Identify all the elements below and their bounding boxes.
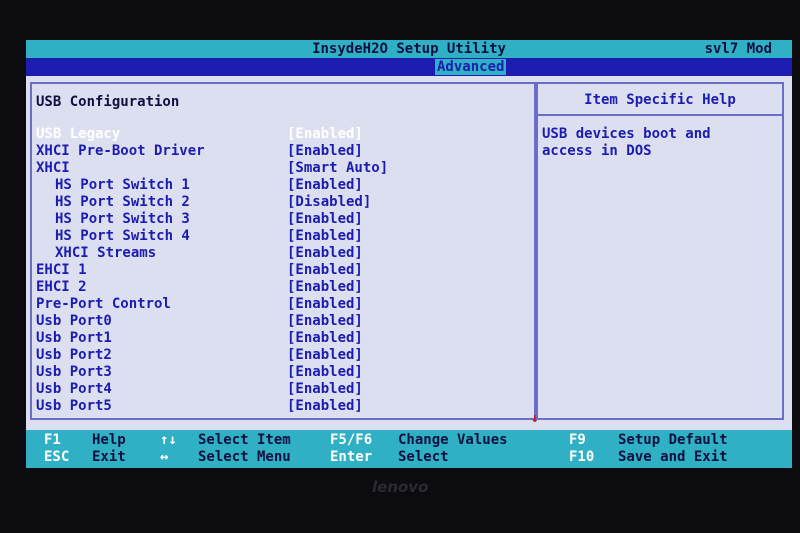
setting-value[interactable]: [Enabled] bbox=[287, 245, 363, 262]
help-line: USB devices boot and bbox=[542, 126, 711, 142]
setting-label: HS Port Switch 4 bbox=[55, 228, 190, 244]
setting-value[interactable]: [Enabled] bbox=[287, 177, 363, 194]
key-select-item-desc: Select Item bbox=[198, 432, 291, 448]
key-esc-desc: Exit bbox=[92, 449, 126, 465]
setting-row[interactable]: HS Port Switch 1 [Enabled] bbox=[32, 177, 532, 194]
section-title: USB Configuration bbox=[36, 94, 180, 110]
key-esc: ESC bbox=[44, 449, 70, 465]
setting-row[interactable]: Usb Port1 [Enabled] bbox=[32, 330, 532, 347]
help-line: access in DOS bbox=[542, 143, 652, 159]
left-right-arrows-icon: ↔ bbox=[160, 449, 169, 465]
setting-value[interactable]: [Enabled] bbox=[287, 143, 363, 160]
setting-row[interactable]: Usb Port4 [Enabled] bbox=[32, 381, 532, 398]
help-title: Item Specific Help bbox=[538, 84, 782, 116]
setting-label: HS Port Switch 3 bbox=[55, 211, 190, 227]
setting-row[interactable]: EHCI 2 [Enabled] bbox=[32, 279, 532, 296]
key-f5-f6: F5/F6 bbox=[330, 432, 373, 448]
lenovo-logo: lenovo bbox=[372, 478, 429, 496]
setting-row[interactable]: USB Legacy [Enabled] bbox=[32, 126, 532, 143]
key-enter: Enter bbox=[330, 449, 373, 465]
key-f9: F9 bbox=[569, 432, 586, 448]
setting-label: Usb Port2 bbox=[36, 347, 112, 363]
revision-label: svl7 Mod bbox=[704, 41, 772, 57]
menu-bar: Advanced bbox=[26, 58, 792, 76]
key-select-desc: Select bbox=[398, 449, 449, 465]
tab-advanced[interactable]: Advanced bbox=[435, 59, 507, 75]
setting-value[interactable]: [Enabled] bbox=[287, 228, 363, 245]
key-f1: F1 bbox=[44, 432, 61, 448]
setting-value[interactable]: [Enabled] bbox=[287, 126, 363, 143]
setting-value[interactable]: [Enabled] bbox=[287, 211, 363, 228]
setting-row[interactable]: Pre-Port Control [Enabled] bbox=[32, 296, 532, 313]
setting-row[interactable]: Usb Port2 [Enabled] bbox=[32, 347, 532, 364]
key-select-menu-desc: Select Menu bbox=[198, 449, 291, 465]
key-f10: F10 bbox=[569, 449, 595, 465]
help-text: USB devices boot and access in DOS bbox=[542, 126, 778, 160]
setting-value[interactable]: [Enabled] bbox=[287, 381, 363, 398]
setting-value[interactable]: [Enabled] bbox=[287, 330, 363, 347]
key-change-values-desc: Change Values bbox=[398, 432, 508, 448]
bios-screen: InsydeH2O Setup Utility svl7 Mod Advance… bbox=[26, 40, 792, 468]
setting-row[interactable]: XHCI Streams [Enabled] bbox=[32, 245, 532, 262]
key-f1-desc: Help bbox=[92, 432, 126, 448]
setting-label: USB Legacy bbox=[36, 126, 121, 142]
setting-label: Usb Port0 bbox=[36, 313, 112, 329]
setting-label: Usb Port5 bbox=[36, 398, 112, 414]
title-bar: InsydeH2O Setup Utility svl7 Mod bbox=[26, 40, 792, 58]
setting-value[interactable]: [Enabled] bbox=[287, 296, 363, 313]
setting-row[interactable]: XHCI [Smart Auto] bbox=[32, 160, 532, 177]
up-down-arrows-icon: ↑↓ bbox=[160, 432, 177, 448]
setting-row[interactable]: XHCI Pre-Boot Driver [Enabled] bbox=[32, 143, 532, 160]
setting-value[interactable]: [Enabled] bbox=[287, 262, 363, 279]
setting-row[interactable]: Usb Port0 [Enabled] bbox=[32, 313, 532, 330]
setting-row[interactable]: HS Port Switch 4 [Enabled] bbox=[32, 228, 532, 245]
setting-label: Pre-Port Control bbox=[36, 296, 171, 312]
setting-row[interactable]: EHCI 1 [Enabled] bbox=[32, 262, 532, 279]
key-save-exit-desc: Save and Exit bbox=[618, 449, 728, 465]
setting-value[interactable]: [Enabled] bbox=[287, 313, 363, 330]
setting-value[interactable]: [Disabled] bbox=[287, 194, 371, 211]
settings-panel: USB Configuration USB Legacy [Enabled] XHC… bbox=[30, 82, 536, 420]
setting-label: HS Port Switch 1 bbox=[55, 177, 190, 193]
setting-value[interactable]: [Enabled] bbox=[287, 398, 363, 415]
setting-row[interactable]: HS Port Switch 2 [Disabled] bbox=[32, 194, 532, 211]
setting-value[interactable]: [Smart Auto] bbox=[287, 160, 388, 177]
app-title: InsydeH2O Setup Utility bbox=[312, 41, 506, 57]
setting-label: XHCI bbox=[36, 160, 70, 176]
setting-label: Usb Port3 bbox=[36, 364, 112, 380]
key-setup-default-desc: Setup Default bbox=[618, 432, 728, 448]
setting-label: HS Port Switch 2 bbox=[55, 194, 190, 210]
setting-value[interactable]: [Enabled] bbox=[287, 364, 363, 381]
setting-label: Usb Port4 bbox=[36, 381, 112, 397]
setting-value[interactable]: [Enabled] bbox=[287, 347, 363, 364]
key-legend: F1 Help ESC Exit ↑↓ Select Item ↔ Select… bbox=[26, 430, 792, 468]
setting-label: Usb Port1 bbox=[36, 330, 112, 346]
setting-value[interactable]: [Enabled] bbox=[287, 279, 363, 296]
setting-row[interactable]: Usb Port3 [Enabled] bbox=[32, 364, 532, 381]
setting-row[interactable]: Usb Port5 [Enabled] bbox=[32, 398, 532, 415]
help-panel: Item Specific Help USB devices boot and … bbox=[536, 82, 784, 420]
setting-label: XHCI Streams bbox=[55, 245, 157, 261]
setting-row[interactable]: HS Port Switch 3 [Enabled] bbox=[32, 211, 532, 228]
setting-label: XHCI Pre-Boot Driver bbox=[36, 143, 205, 159]
setting-label: EHCI 1 bbox=[36, 262, 87, 278]
setting-label: EHCI 2 bbox=[36, 279, 87, 295]
